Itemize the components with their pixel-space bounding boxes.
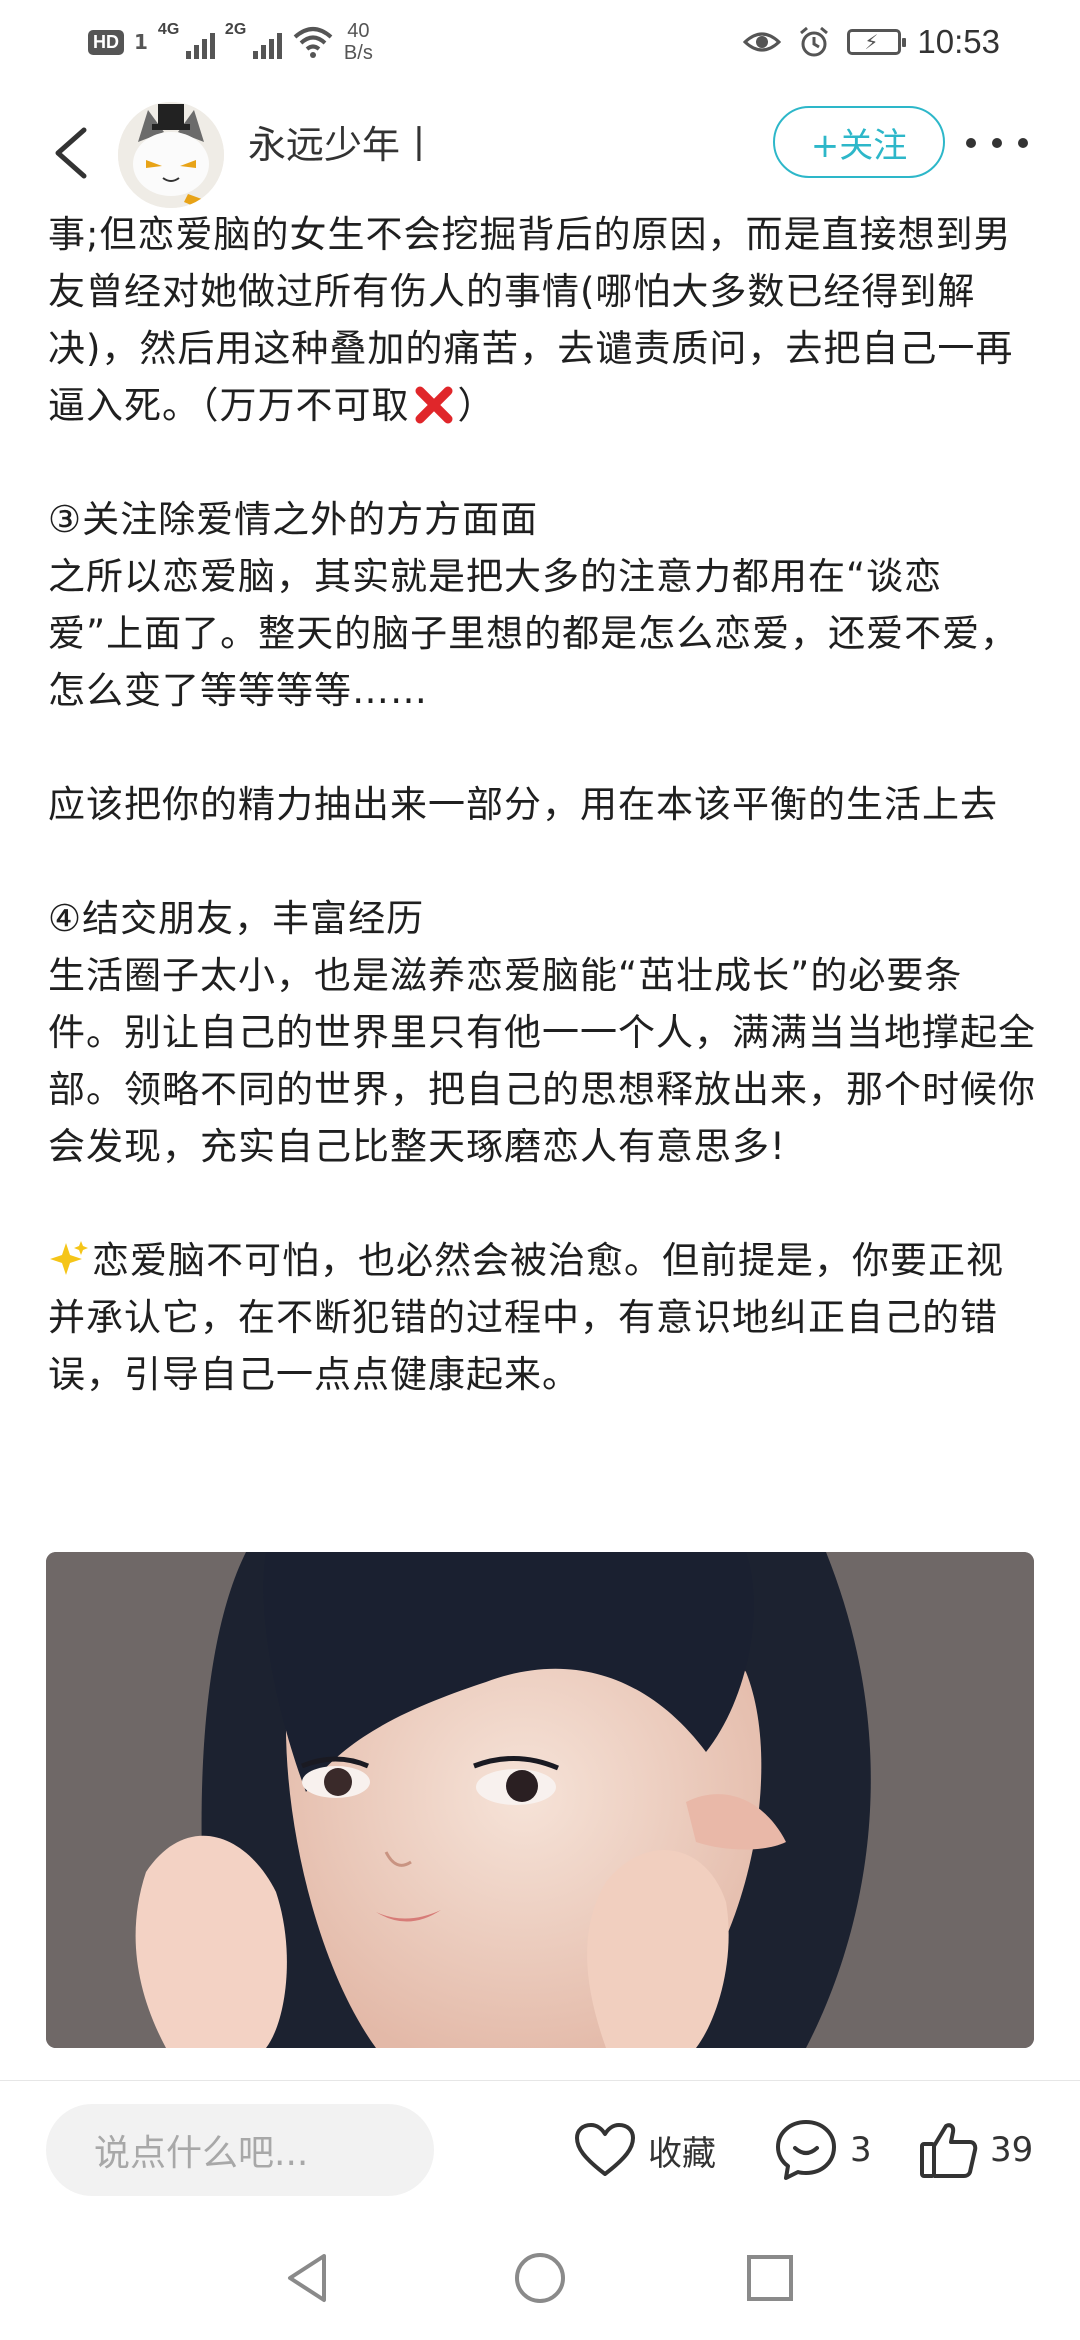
speed-value: 40	[347, 20, 370, 42]
status-left: HD 1 4G 2G 40 B/s	[88, 20, 373, 64]
eye-icon	[743, 32, 782, 52]
nav-home-icon[interactable]	[510, 2248, 570, 2308]
back-arrow-icon[interactable]	[44, 120, 104, 186]
network-type-1: 4G	[157, 21, 180, 38]
network-type-2: 2G	[224, 21, 247, 38]
section-4-title: ④结交朋友，丰富经历	[48, 897, 425, 940]
thumbs-up-icon	[920, 2123, 978, 2178]
like-button[interactable]: 39	[918, 2110, 1033, 2190]
post-header: 永远少年丨 +关注	[0, 96, 1080, 216]
paragraph-1-text: 事;但恋爱脑的女生不会挖掘背后的原因，而是直接想到男友曾经对她做过所有伤人的事情…	[48, 213, 1014, 427]
comment-button[interactable]: 3	[774, 2110, 872, 2190]
collect-button[interactable]: 收藏	[574, 2110, 716, 2190]
more-dots-icon[interactable]	[966, 130, 1028, 156]
nav-back-icon[interactable]	[278, 2248, 338, 2308]
article-body: 事;但恋爱脑的女生不会挖掘背后的原因，而是直接想到男友曾经对她做过所有伤人的事情…	[48, 206, 1038, 1403]
battery-icon: ⚡	[847, 29, 907, 55]
closing-paragraph: 恋爱脑不可怕，也必然会被治愈。但前提是，你要正视并承认它，在不断犯错的过程中，有…	[48, 1232, 1038, 1403]
sparkles-icon	[50, 1241, 88, 1275]
section-3-body: 之所以恋爱脑，其实就是把大多的注意力都用在“谈恋爱”上面了。整天的脑子里想的都是…	[48, 555, 1019, 712]
closing-text: 恋爱脑不可怕，也必然会被治愈。但前提是，你要正视并承认它，在不断犯错的过程中，有…	[48, 1239, 1004, 1396]
section-3-title: ③关注除爱情之外的方方面面	[48, 498, 539, 541]
collect-label: 收藏	[648, 2133, 716, 2174]
speed-unit: B/s	[343, 42, 373, 64]
status-bar: HD 1 4G 2G 40 B/s ⚡ 10:53	[0, 0, 1080, 84]
paragraph-1: 事;但恋爱脑的女生不会挖掘背后的原因，而是直接想到男友曾经对她做过所有伤人的事情…	[48, 206, 1038, 434]
cross-mark-icon	[415, 386, 452, 424]
comment-bubble-icon	[776, 2120, 836, 2180]
paragraph-1-end: ）	[457, 384, 496, 427]
status-right: ⚡ 10:53	[743, 16, 1000, 68]
signal-icon-sim2: 2G	[225, 21, 282, 59]
network-speed: 40 B/s	[344, 20, 373, 64]
section-4-body: 生活圈子太小，也是滋养恋爱脑能“茁壮成长”的必要条件。别让自己的世界里只有他一一…	[48, 954, 1036, 1168]
divider	[0, 2080, 1080, 2081]
avatar[interactable]	[118, 102, 224, 208]
sim-indicator: 1	[134, 30, 148, 54]
alarm-icon	[800, 26, 829, 57]
clock: 10:53	[917, 23, 1000, 60]
follow-button[interactable]: +关注	[773, 106, 945, 178]
comment-input[interactable]: 说点什么吧...	[46, 2104, 434, 2196]
comment-count: 3	[850, 2130, 872, 2170]
nav-recents-icon[interactable]	[740, 2248, 800, 2308]
system-nav-bar	[0, 2220, 1080, 2340]
wifi-icon	[293, 27, 333, 58]
hd-badge: HD	[88, 29, 124, 55]
username[interactable]: 永远少年丨	[248, 118, 438, 172]
signal-icon-sim1: 4G	[158, 21, 215, 59]
heart-icon	[575, 2123, 635, 2176]
article-image[interactable]	[46, 1552, 1034, 2048]
section-3-extra: 应该把你的精力抽出来一部分，用在本该平衡的生活上去	[48, 783, 998, 826]
like-count: 39	[990, 2130, 1034, 2170]
